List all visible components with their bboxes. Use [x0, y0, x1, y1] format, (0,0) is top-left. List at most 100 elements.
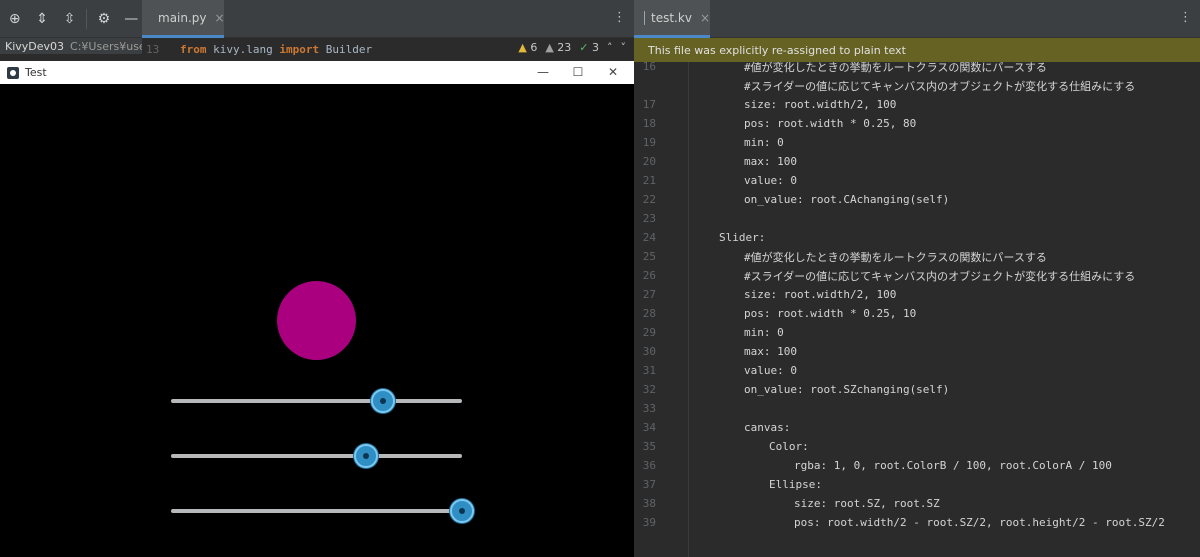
weak-warnings-count: 23: [557, 41, 572, 54]
line-number: 22: [642, 193, 656, 206]
close-icon[interactable]: ×: [700, 11, 710, 25]
kivy-app-window: Test — ☐ ✕: [0, 61, 634, 557]
gear-icon[interactable]: ⚙: [93, 8, 114, 30]
slider-thumb[interactable]: [450, 499, 474, 523]
code-line[interactable]: #スライダーの値に応じてキャンバス内のオブジェクトが変化する仕組みにする: [634, 76, 1200, 95]
code-text: min: 0: [744, 136, 784, 149]
tab-test-kv[interactable]: test.kv ×: [634, 0, 710, 38]
code-text: #スライダーの値に応じてキャンバス内のオブジェクトが変化する仕組みにする: [744, 79, 1136, 93]
line-number: 21: [642, 174, 656, 187]
line-number: 19: [642, 136, 656, 149]
code-line[interactable]: 25 #値が変化したときの挙動をルートクラスの関数にパースする: [634, 247, 1200, 266]
line-number: 20: [642, 155, 656, 168]
code-line[interactable]: 23: [634, 209, 1200, 228]
code-line[interactable]: 19 min: 0: [634, 133, 1200, 152]
minimize-icon[interactable]: —: [528, 63, 558, 81]
line-number: 16: [642, 62, 656, 73]
code-text: #スライダーの値に応じてキャンバス内のオブジェクトが変化する仕組みにする: [744, 269, 1136, 283]
close-icon[interactable]: ×: [215, 11, 225, 25]
code-line[interactable]: 34 canvas:: [634, 418, 1200, 437]
ok-count: 3: [592, 41, 599, 54]
line-number: 31: [642, 364, 656, 377]
code-line[interactable]: 17 size: root.width/2, 100: [634, 95, 1200, 114]
code-text: pos: root.width/2 - root.SZ/2, root.heig…: [794, 516, 1165, 529]
kivy-logo-icon: [7, 66, 19, 79]
slider-thumb[interactable]: [371, 389, 396, 413]
check-icon: ✓: [579, 41, 589, 54]
slider-thumb[interactable]: [353, 444, 378, 468]
code-line[interactable]: 29 min: 0: [634, 323, 1200, 342]
tab-label: main.py: [158, 10, 207, 25]
warnings-indicator: ▲ 6: [518, 41, 537, 54]
code-text: on_value: root.SZchanging(self): [744, 383, 950, 396]
weak-warnings-indicator: ▲ 23: [545, 41, 571, 54]
tab-main-py[interactable]: main.py ×: [142, 0, 225, 38]
slider-track[interactable]: [171, 454, 462, 458]
project-tree-root[interactable]: KivyDev03 C:¥Users¥user¥: [0, 38, 142, 54]
keyword-from: from: [180, 42, 207, 56]
code-line[interactable]: 18 pos: root.width * 0.25, 80: [634, 114, 1200, 133]
code-text: max: 100: [744, 345, 797, 358]
code-line[interactable]: 24 Slider:: [634, 228, 1200, 247]
code-text: canvas:: [744, 421, 791, 434]
collapse-all-icon[interactable]: ⇳: [59, 8, 80, 30]
code-line[interactable]: 22 on_value: root.CAchanging(self): [634, 190, 1200, 209]
code-line[interactable]: 30 max: 100: [634, 342, 1200, 361]
window-close-icon[interactable]: ✕: [598, 63, 628, 81]
code-line[interactable]: 28 pos: root.width * 0.25, 10: [634, 304, 1200, 323]
code-line[interactable]: 33: [634, 399, 1200, 418]
typo-indicator: ✓ 3: [579, 41, 599, 54]
code-line[interactable]: 37 Ellipse:: [634, 475, 1200, 494]
module-name: kivy.lang: [206, 42, 280, 56]
keyword-import: import: [279, 42, 320, 56]
code-line[interactable]: 32 on_value: root.SZchanging(self): [634, 380, 1200, 399]
line-number: 25: [642, 250, 656, 263]
line-number: 38: [642, 497, 656, 510]
line-number: 17: [642, 98, 656, 111]
import-name: Builder: [319, 42, 373, 56]
more-tabs-icon[interactable]: ⋮: [613, 10, 626, 25]
code-text: value: 0: [744, 174, 797, 187]
code-line[interactable]: 16 #値が変化したときの挙動をルートクラスの関数にパースする: [634, 62, 1200, 76]
line-number: 30: [642, 345, 656, 358]
code-line[interactable]: 20 max: 100: [634, 152, 1200, 171]
kivy-titlebar[interactable]: Test — ☐ ✕: [0, 61, 634, 84]
next-highlight-icon[interactable]: ˅: [621, 41, 627, 54]
code-line[interactable]: 39 pos: root.width/2 - root.SZ/2, root.he…: [634, 513, 1200, 532]
inspection-widget[interactable]: ▲ 6 ▲ 23 ✓ 3 ˄ ˅: [518, 41, 626, 54]
previous-highlight-icon[interactable]: ˄: [607, 41, 613, 54]
code-text: #値が変化したときの挙動をルートクラスの関数にパースする: [744, 62, 1047, 74]
line-number: 23: [642, 212, 656, 225]
expand-all-icon[interactable]: ⇕: [31, 8, 52, 30]
kivy-canvas: [0, 84, 634, 557]
line-number: 35: [642, 440, 656, 453]
code-line[interactable]: 27 size: root.width/2, 100: [634, 285, 1200, 304]
more-tabs-icon[interactable]: ⋮: [1179, 10, 1192, 25]
toolbar-divider: [86, 8, 88, 29]
code-line[interactable]: 21 value: 0: [634, 171, 1200, 190]
code-line[interactable]: 31 value: 0: [634, 361, 1200, 380]
project-name: KivyDev03: [5, 39, 65, 53]
line-number: 13: [146, 42, 160, 56]
code-line[interactable]: 36 rgba: 1, 0, root.ColorB / 100, root.Co…: [634, 456, 1200, 475]
line-number: 28: [642, 307, 656, 320]
code-text: value: 0: [744, 364, 797, 377]
line-number: 37: [642, 478, 656, 491]
line-number: 26: [642, 269, 656, 282]
canvas-ellipse: [277, 281, 356, 360]
slider-track[interactable]: [171, 509, 462, 513]
maximize-icon[interactable]: ☐: [563, 63, 593, 81]
slider-track[interactable]: [171, 399, 462, 403]
target-icon[interactable]: ⊕: [4, 8, 25, 30]
line-number: 36: [642, 459, 656, 472]
minimize-panel-icon[interactable]: —: [121, 8, 142, 30]
kv-code-editor[interactable]: 16 #値が変化したときの挙動をルートクラスの関数にパースする #スライダーの値に応…: [634, 62, 1200, 557]
weak-warning-icon: ▲: [545, 41, 554, 54]
code-text: Color:: [769, 440, 809, 453]
code-text: Slider:: [719, 231, 766, 244]
code-line[interactable]: 26 #スライダーの値に応じてキャンバス内のオブジェクトが変化する仕組みにする: [634, 266, 1200, 285]
code-line[interactable]: 38 size: root.SZ, root.SZ: [634, 494, 1200, 513]
main-code-line[interactable]: 13 from kivy.lang import Builder ▲ 6 ▲ 2…: [142, 38, 634, 60]
window-title: Test: [25, 66, 47, 79]
code-line[interactable]: 35 Color:: [634, 437, 1200, 456]
